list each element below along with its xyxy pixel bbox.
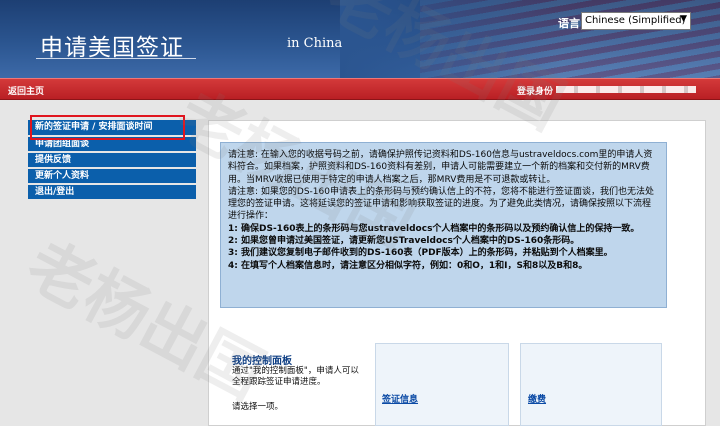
visa-info-link[interactable]: 签证信息 [382, 392, 418, 405]
sidebar-item-update-profile[interactable]: 更新个人资料 [28, 169, 196, 183]
site-title: 申请美国签证 [40, 35, 184, 61]
dashboard-choose-text: 请选择一项。 [232, 402, 284, 412]
top-nav-bar: 返回主页 登录身份 [0, 78, 720, 100]
visa-info-card [375, 343, 509, 426]
language-select[interactable]: Chinese (Simplified) ▼ [581, 12, 691, 30]
notice-line: 4: 在填写个人档案信息时，请注意区分相似字符，例如：0和O，1和I，S和8以及… [228, 260, 588, 271]
login-id-label: 登录身份 [517, 87, 554, 97]
notice-line: 2: 如果您曾申请过美国签证，请更新您USTraveldocs个人档案中的DS-… [228, 236, 580, 247]
payment-card [520, 343, 662, 426]
notice-box: 请注意: 在输入您的收据号码之前，请确保护照传记资料和DS-160信息与ustr… [220, 142, 667, 308]
notice-line: 3: 我们建议您复制电子邮件收到的DS-160表（PDF版本）上的条形码，并粘贴… [228, 248, 613, 259]
back-home-link[interactable]: 返回主页 [8, 84, 44, 97]
redacted-user-id [556, 86, 696, 93]
notice-line: 请注意: 如果您的DS-160申请表上的条形码与预约确认信上的不符，您将不能进行… [228, 186, 654, 222]
site-subtitle: in China [287, 36, 343, 51]
chevron-down-icon: ▼ [680, 14, 687, 24]
site-header: 申请美国签证 in China 语言: Chinese (Simplified)… [0, 0, 720, 78]
sidebar-item-logout[interactable]: 退出/登出 [28, 185, 196, 199]
dashboard-title: 我的控制面板 [232, 356, 292, 367]
dashboard-description: 通过"我的控制面板"，申请人可以全程跟踪签证申请进度。 [232, 366, 359, 387]
notice-line: 1: 确保DS-160表上的条形码与您ustraveldocs个人档案中的条形码… [228, 223, 640, 234]
language-selected-value: Chinese (Simplified) [585, 15, 686, 26]
sidebar-item-feedback[interactable]: 提供反馈 [28, 153, 196, 167]
notice-line: 请注意: 在输入您的收据号码之前，请确保护照传记资料和DS-160信息与ustr… [228, 150, 653, 185]
payment-link[interactable]: 缴费 [528, 392, 546, 405]
highlight-box [30, 115, 185, 140]
